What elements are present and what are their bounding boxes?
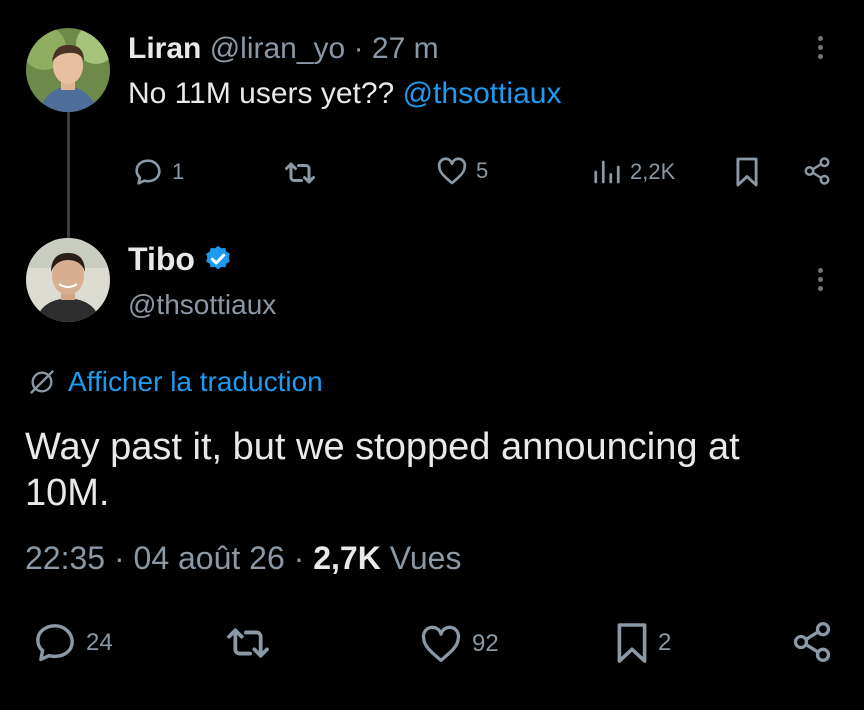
reply-share-button[interactable] bbox=[802, 156, 832, 186]
tweet-bookmark-count: 2 bbox=[658, 629, 672, 656]
share-icon bbox=[804, 157, 830, 185]
reply-reply-button[interactable]: 1 bbox=[132, 156, 184, 188]
tweet-views-count: 2,7K bbox=[313, 540, 381, 576]
share-icon bbox=[793, 622, 831, 662]
reply-retweet-button[interactable] bbox=[282, 158, 318, 188]
tweet-reply-count: 24 bbox=[86, 629, 113, 656]
reply-like-count: 5 bbox=[476, 158, 489, 183]
meta-separator: · bbox=[293, 540, 305, 576]
verified-badge-icon bbox=[206, 245, 230, 270]
reply-bubble-icon bbox=[36, 624, 74, 662]
avatar-liran[interactable] bbox=[26, 28, 110, 112]
reply-author-name[interactable]: Liran bbox=[128, 32, 201, 65]
tweet-author-name[interactable]: Tibo bbox=[128, 239, 195, 279]
retweet-icon bbox=[227, 628, 269, 658]
tweet-text: Way past it, but we stopped announcing a… bbox=[25, 426, 740, 514]
bar-chart-icon bbox=[594, 160, 620, 184]
reply-mention-link[interactable]: @thsottiaux bbox=[403, 77, 562, 110]
tweet-bookmark-button[interactable]: 2 bbox=[614, 620, 671, 666]
reply-like-button[interactable]: 5 bbox=[436, 156, 488, 186]
reply-views-count: 2,2K bbox=[630, 159, 676, 184]
header-separator: · bbox=[353, 32, 364, 65]
reply-views-button[interactable]: 2,2K bbox=[592, 157, 675, 187]
tweet-like-count: 92 bbox=[472, 630, 499, 657]
tweet-reply-button[interactable]: 24 bbox=[32, 622, 113, 664]
retweet-icon bbox=[285, 162, 315, 184]
bookmark-icon bbox=[617, 623, 647, 663]
reply-header: Liran @liran_yo · 27 m bbox=[128, 31, 439, 67]
avatar-tibo[interactable] bbox=[26, 238, 110, 322]
more-vertical-icon[interactable] bbox=[818, 268, 824, 295]
tweet-retweet-button[interactable] bbox=[222, 624, 274, 662]
heart-icon bbox=[421, 625, 461, 662]
meta-separator: · bbox=[113, 540, 125, 576]
reply-author-handle[interactable]: @liran_yo bbox=[210, 32, 346, 65]
reply-text-body: No 11M users yet?? bbox=[128, 77, 395, 110]
reply-text: No 11M users yet?? @thsottiaux bbox=[128, 76, 561, 112]
translate-label: Afficher la traduction bbox=[68, 366, 323, 397]
tweet-author-handle[interactable]: @thsottiaux bbox=[128, 287, 276, 323]
tweet-views-label: Vues bbox=[389, 540, 462, 576]
reply-timestamp[interactable]: 27 m bbox=[372, 32, 439, 65]
more-vertical-icon[interactable] bbox=[818, 36, 824, 63]
reply-bookmark-button[interactable] bbox=[734, 156, 760, 188]
tweet-author-name-row: Tibo bbox=[128, 239, 233, 279]
tweet-time[interactable]: 22:35 bbox=[25, 540, 105, 576]
bookmark-icon bbox=[736, 157, 758, 187]
tweet-meta: 22:35 · 04 août 26 · 2,7K Vues bbox=[25, 538, 461, 578]
reply-reply-count: 1 bbox=[172, 159, 185, 184]
tweet-date[interactable]: 04 août 26 bbox=[134, 540, 285, 576]
thread-connector-line bbox=[67, 110, 70, 238]
translate-icon bbox=[30, 370, 54, 394]
translate-button[interactable]: Afficher la traduction bbox=[28, 364, 323, 400]
tweet-like-button[interactable]: 92 bbox=[418, 624, 499, 664]
tweet-share-button[interactable] bbox=[790, 620, 834, 664]
heart-icon bbox=[437, 157, 467, 185]
reply-bubble-icon bbox=[135, 159, 161, 185]
